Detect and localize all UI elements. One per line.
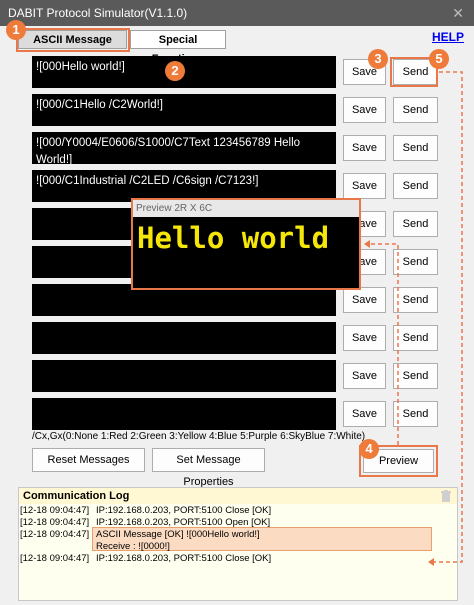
callout-3: 3: [368, 49, 388, 69]
callout-5: 5: [429, 49, 449, 69]
app-window: DABIT Protocol Simulator(V1.1.0) ✕ ASCII…: [0, 0, 474, 605]
annotation-arrows: [364, 71, 463, 566]
callout-4: 4: [359, 439, 379, 459]
callout-2: 2: [165, 61, 185, 81]
callout-1: 1: [6, 20, 26, 40]
